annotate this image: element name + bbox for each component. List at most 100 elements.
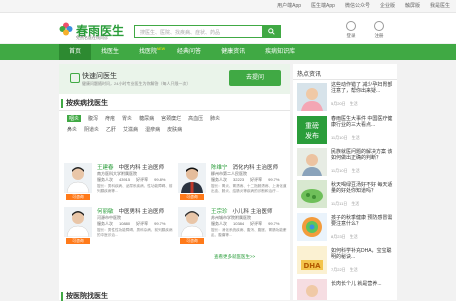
doctor-card[interactable]: 可咨询 王宗珍 小儿科 主治医师 苏州城市学院附属医院 服务人次 10384 好评率 9… — [178, 207, 290, 253]
rating-label: 好评率 — [250, 221, 263, 226]
news-date: 8月23日 — [331, 234, 346, 239]
news-thumbnail[interactable] — [297, 83, 327, 111]
top-link-user-app[interactable]: 用户端App — [277, 2, 301, 9]
nav-find-hospital-label: 找医院 — [139, 49, 158, 55]
doctor-name-line: 王建春 中医内科 主治医师 — [97, 163, 164, 171]
news-thumbnail[interactable] — [297, 279, 327, 300]
news-thumbnail[interactable] — [297, 180, 327, 208]
news-title[interactable]: 孩子的秋季健康 预防感冒需要注意什么？ — [331, 215, 395, 227]
disease-tag[interactable]: 咽炎 — [67, 115, 82, 122]
register-link[interactable]: 注册 — [366, 21, 392, 39]
news-thumbnail[interactable] — [297, 148, 327, 176]
search-button[interactable] — [262, 25, 281, 38]
brand-slogan: 免费名医在线问诊 — [76, 35, 108, 40]
disease-tag[interactable]: 高血压 — [188, 115, 203, 122]
svg-text:重磅: 重磅 — [305, 121, 319, 130]
disease-tag[interactable]: 腹泻 — [88, 115, 98, 122]
top-link-wechat[interactable]: 微信公众号 — [345, 2, 370, 9]
hot-news-title: 热点资讯 — [297, 72, 322, 78]
rating-value: 99.7% — [154, 221, 166, 226]
divider — [59, 110, 290, 111]
doctor-card[interactable]: 可咨询 王建春 中医内科 主治医师 南方医科大学附属医院 服务人次 43915 好评率… — [64, 163, 176, 209]
disease-tag[interactable]: 痔疮 — [105, 115, 115, 122]
consult-badge[interactable]: 可咨询 — [66, 194, 90, 200]
doctor-stats: 服务人次 10384 好评率 99.7% — [211, 221, 285, 227]
quick-ask-subtitle: 健康问题随时问，24小时专业医生为你解答（每人只限一次） — [82, 81, 191, 86]
logo-icon[interactable] — [59, 22, 73, 36]
news-thumbnail[interactable]: DHA — [297, 246, 327, 274]
service-count: 10880 — [119, 221, 131, 226]
nav-find-doctor[interactable]: 找医生 — [91, 44, 129, 60]
doctor-card[interactable]: 可咨询 何丽敏 中医男科 主治医师 河源市中医院 服务人次 10880 好评率 99.7… — [64, 207, 176, 253]
news-meta: 11月11日 生活 — [331, 201, 363, 207]
news-meta: 8月23日 生活 — [331, 234, 362, 240]
rating-label: 好评率 — [136, 221, 149, 226]
news-title[interactable]: 春雨医生大事件 中国医疗健康行业的三大看点... — [331, 116, 395, 128]
news-title[interactable]: 长肉长个儿 就是营养... — [331, 281, 395, 287]
user-icon — [346, 21, 356, 31]
register-icon — [374, 21, 384, 31]
nav-disease-kb[interactable]: 疾病知识库 — [255, 44, 305, 60]
register-label: 注册 — [374, 33, 384, 38]
news-title[interactable]: 民族就医问题的解决方案 该如何做出正确的判断？ — [331, 149, 395, 161]
more-doctors-link[interactable]: 查看更多就医医生>> — [214, 254, 255, 260]
disease-tag[interactable]: 鼻炎 — [67, 126, 77, 133]
top-link-enterprise[interactable]: 企业版 — [380, 2, 395, 9]
disease-tag[interactable]: 阴道炎 — [84, 126, 99, 133]
service-label: 服务人次 — [97, 177, 113, 182]
top-link-i-am-doctor[interactable]: 我是医生 — [430, 2, 450, 9]
news-title[interactable]: 秋天喝绿豆汤好不好 每天适量的好处你知道吗？ — [331, 182, 395, 194]
service-label: 服务人次 — [97, 221, 113, 226]
service-count: 43915 — [119, 177, 131, 182]
disease-tag[interactable]: 皮肤病 — [167, 126, 182, 133]
news-thumbnail[interactable] — [297, 213, 327, 241]
doctor-stats: 服务人次 10880 好评率 99.7% — [97, 221, 171, 227]
search-input[interactable]: 搜医生、医院、找疾病、症状、药品 — [134, 25, 270, 38]
disease-tags-row-1: 咽炎 腹泻 痔疮 胃炎 糖尿病 宫颈糜烂 高血压 肺炎 — [67, 115, 287, 122]
nav-health-news[interactable]: 健康资讯 — [211, 44, 255, 60]
news-meta: 5月20日 生活 — [331, 101, 362, 107]
disease-tag[interactable]: 艾滋病 — [123, 126, 138, 133]
top-link-doctor-app[interactable]: 医生端App — [311, 2, 335, 9]
news-tag: 生活 — [349, 101, 358, 106]
doctor-specialty: 擅长：胃炎、胃溃疡、十二指肠溃疡、上消化道出血、肠炎、结肠炎等疾病的诊断和治疗.… — [211, 184, 287, 193]
nav-home[interactable]: 首页 — [59, 44, 92, 60]
consult-badge[interactable]: 可咨询 — [66, 238, 90, 244]
nav-find-hospital[interactable]: 找医院 NEW — [129, 44, 167, 60]
rating-value: 99.7% — [268, 177, 280, 182]
news-tag: 生活 — [349, 234, 358, 239]
doctor-title: 中医男科 主治医师 — [118, 209, 165, 215]
rating-label: 好评率 — [136, 177, 149, 182]
news-thumbnail[interactable]: 重磅 发布 — [297, 116, 327, 144]
search-icon — [268, 28, 275, 35]
consult-badge[interactable]: 可咨询 — [180, 238, 204, 244]
doctor-photo — [64, 207, 92, 237]
news-tag: 生活 — [351, 201, 360, 206]
disease-tag[interactable]: 胃炎 — [122, 115, 132, 122]
news-title[interactable]: 这些动作错了 减少孕妇胃部注意了，帮你出来疑... — [331, 82, 395, 94]
doctor-photo — [178, 163, 206, 193]
disease-tag[interactable]: 宫颈糜烂 — [161, 115, 181, 122]
doctor-specialty: 擅长：消化系统疾病、腹泻、腹胀、胃肠功能紊乱、腹痛等... — [211, 228, 287, 237]
news-date: 11月11日 — [331, 201, 348, 206]
top-link-mobile[interactable]: 触屏版 — [405, 2, 420, 9]
disease-tag[interactable]: 湿疹病 — [145, 126, 160, 133]
consult-badge[interactable]: 可咨询 — [180, 194, 204, 200]
ask-button[interactable]: 去提问 — [229, 70, 281, 86]
rating-value: 99.8% — [154, 177, 166, 182]
news-meta: 7月22日 生活 — [331, 267, 362, 273]
disease-tag[interactable]: 糖尿病 — [139, 115, 154, 122]
doctor-name-line: 王宗珍 小儿科 主治医师 — [211, 207, 273, 215]
nav-classic-qa[interactable]: 经典问答 — [167, 44, 211, 60]
nav-find-doctor-label: 找医生 — [101, 49, 120, 55]
news-title[interactable]: 如何科学补充DHA，宝宝聪明的秘诀... — [331, 248, 395, 260]
disease-tag[interactable]: 肺炎 — [210, 115, 220, 122]
news-tag: 生活 — [349, 267, 358, 272]
disease-tag[interactable]: 乙肝 — [106, 126, 116, 133]
doctor-stats: 服务人次 43915 好评率 99.8% — [97, 177, 171, 183]
section-title-by-disease: 按疾病找医生 — [61, 99, 108, 108]
news-tag: 生活 — [351, 168, 360, 173]
chat-icon — [70, 73, 80, 83]
doctor-card[interactable]: 可咨询 陈维宁 消化内科 主治医师 柳州市第二人民医院 服务人次 32223 好评率 9… — [178, 163, 290, 209]
login-link[interactable]: 登录 — [338, 21, 364, 39]
